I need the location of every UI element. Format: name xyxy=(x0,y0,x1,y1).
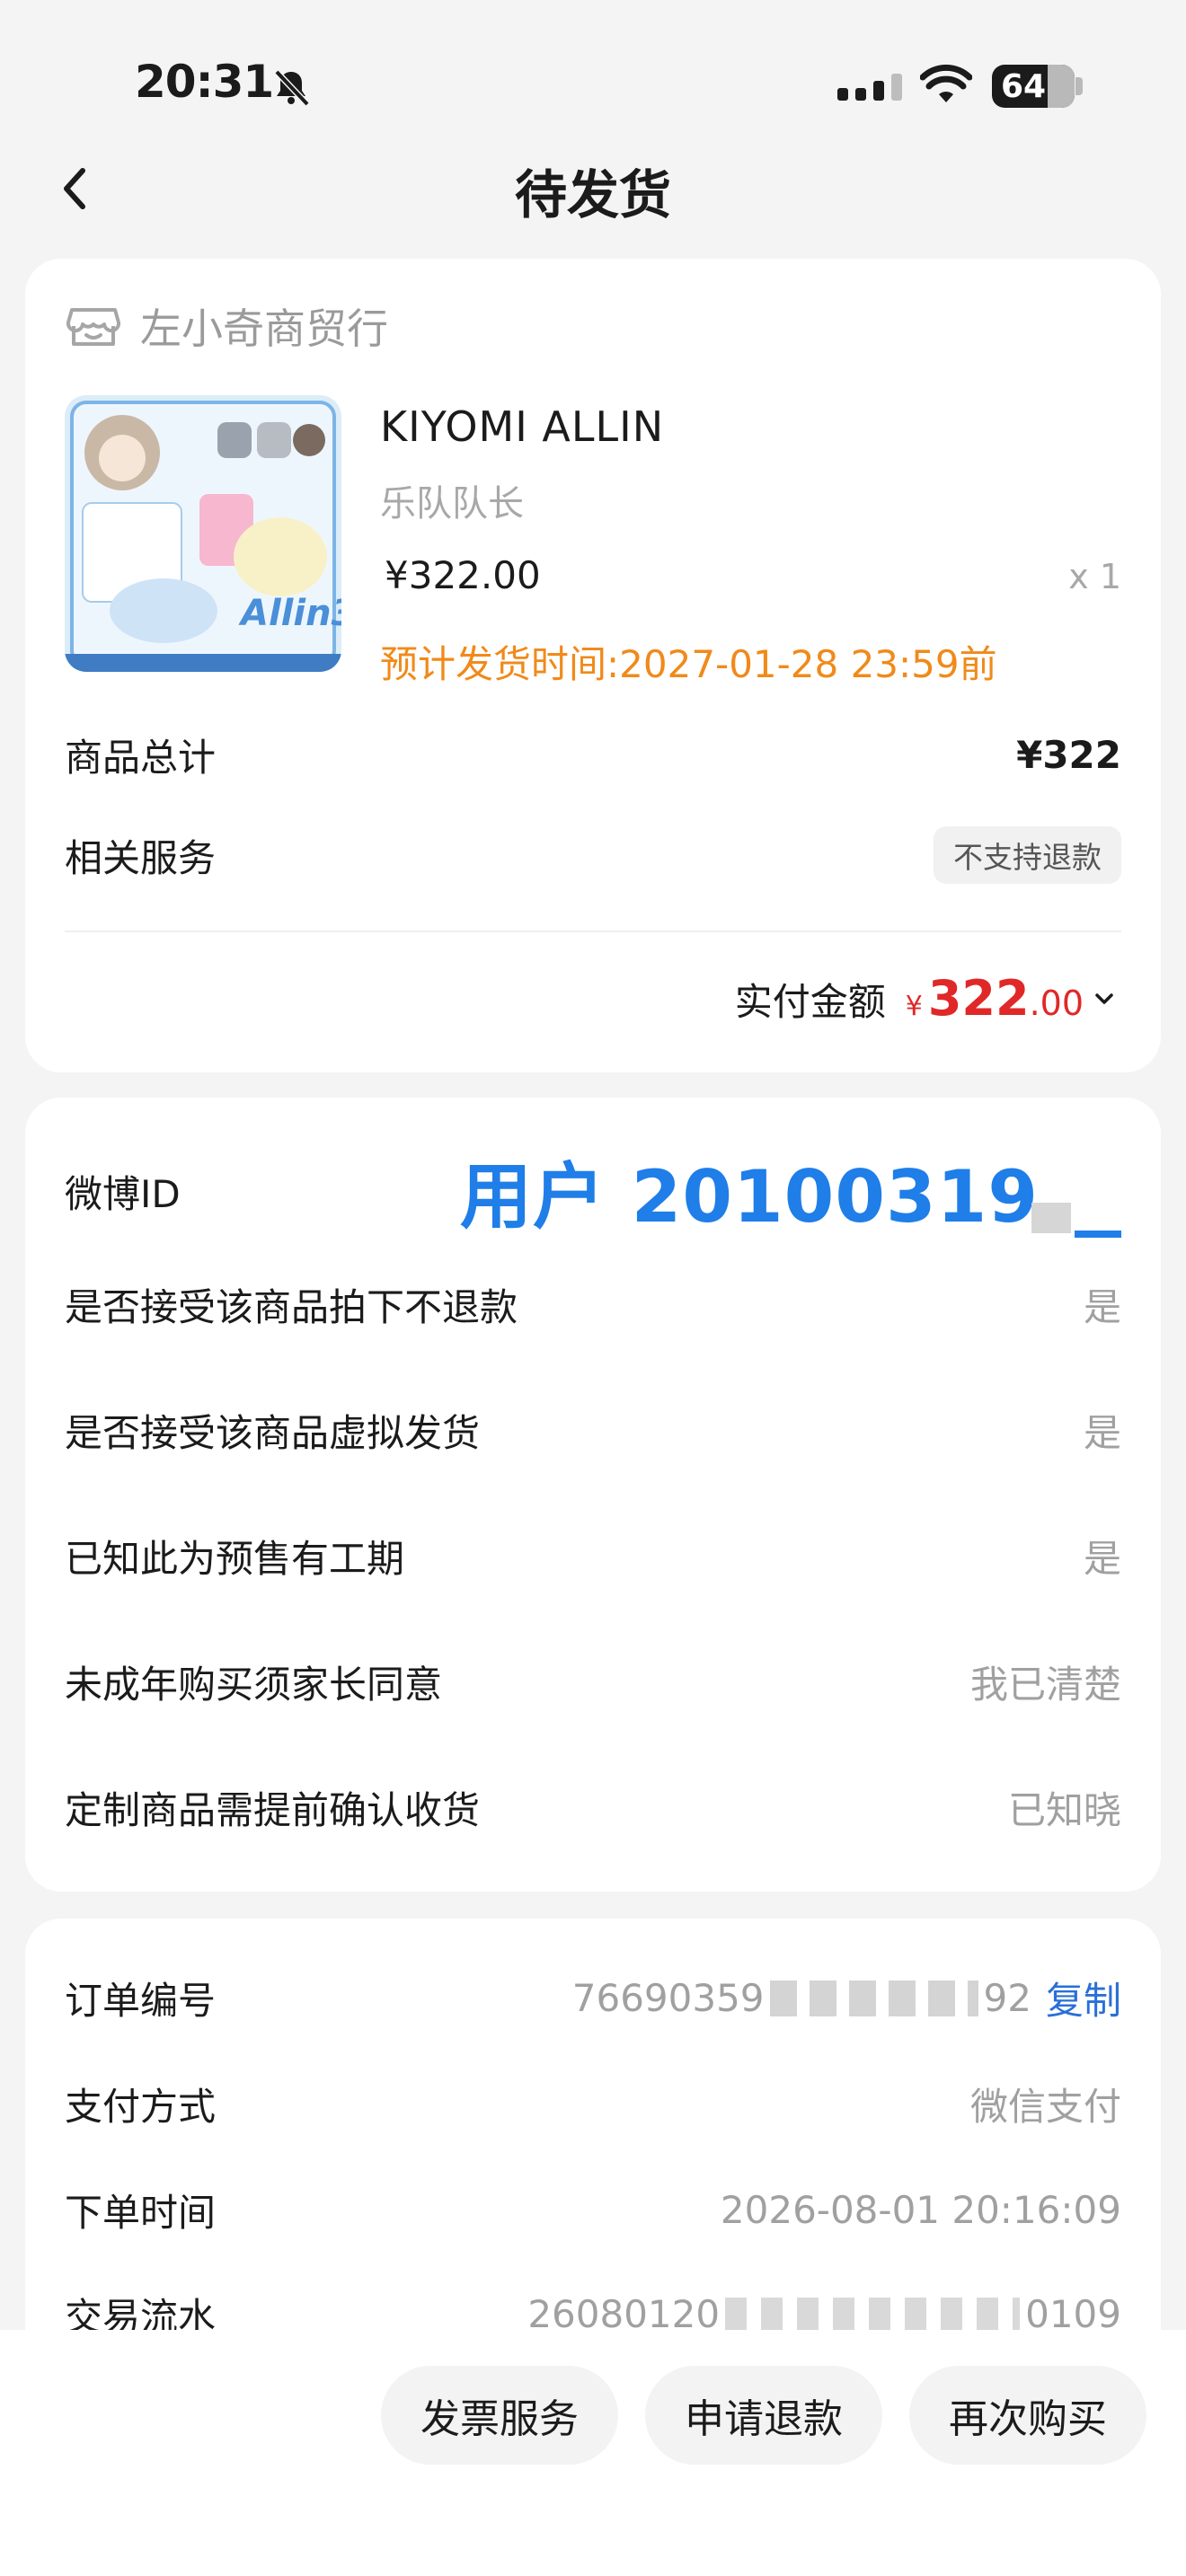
divider xyxy=(65,931,1121,932)
question-answer: 是 xyxy=(1083,1411,1121,1455)
service-label: 相关服务 xyxy=(65,835,217,880)
order-time-value: 2026-08-01 20:16:09 xyxy=(720,2188,1121,2232)
page-title: 待发货 xyxy=(514,164,671,225)
text-cursor xyxy=(1075,1231,1121,1238)
payment-method-label: 支付方式 xyxy=(65,2085,217,2129)
battery-indicator: 64 xyxy=(992,65,1075,108)
weibo-id-label: 微博ID xyxy=(65,1171,181,1216)
question-answer: 我已清楚 xyxy=(969,1663,1121,1707)
goods-total-value: ¥322 xyxy=(1016,733,1121,777)
bottom-action-bar: 发票服务 申请退款 再次购买 xyxy=(0,2330,1186,2576)
status-time: 20:31 xyxy=(135,56,274,108)
invoice-service-button[interactable]: 发票服务 xyxy=(381,2366,618,2465)
product-image[interactable]: Allin322 xyxy=(65,395,341,672)
question-answer: 已知晓 xyxy=(1007,1788,1121,1832)
amount-paid-currency: ¥ xyxy=(905,991,923,1022)
amount-paid-decimal: .00 xyxy=(1029,984,1084,1023)
redaction-mask xyxy=(725,2297,1021,2332)
amount-paid-integer: 322 xyxy=(927,970,1030,1027)
weibo-id-row: 微博ID 用户 20100319 xyxy=(65,1148,1121,1239)
battery-level: 64 xyxy=(1000,68,1047,105)
amount-paid-label: 实付金额 xyxy=(734,980,886,1024)
nav-bar: 待发货 xyxy=(0,135,1186,243)
question-label: 未成年购买须家长同意 xyxy=(65,1663,443,1707)
question-row: 是否接受该商品拍下不退款 是 xyxy=(65,1277,1121,1332)
weibo-id-field: 用户 20100319 xyxy=(460,1139,1121,1243)
order-form-card: 微博ID 用户 20100319 是否接受该商品拍下不退款 是 是否接受该商品虚… xyxy=(25,1098,1161,1892)
order-number-row: 订单编号 76690359 92 复制 xyxy=(65,1971,1121,2025)
shop-name: 左小奇商贸行 xyxy=(140,304,388,353)
chevron-down-icon xyxy=(1095,992,1113,1004)
estimated-ship-time: 预计发货时间:2027-01-28 23:59前 xyxy=(380,642,997,686)
payment-method-row: 支付方式 微信支付 xyxy=(65,2077,1121,2131)
question-row: 定制商品需提前确认收货 已知晓 xyxy=(65,1780,1121,1835)
request-refund-button[interactable]: 申请退款 xyxy=(645,2366,882,2465)
product-price: ¥322.00 xyxy=(385,553,541,597)
shop-link[interactable]: 左小奇商贸行 xyxy=(65,295,388,357)
goods-total-label: 商品总计 xyxy=(65,736,217,780)
order-time-label: 下单时间 xyxy=(65,2191,217,2235)
status-bar: 20:31 64 xyxy=(0,0,1186,135)
service-row: 相关服务 不支持退款 xyxy=(65,826,1121,884)
question-row: 已知此为预售有工期 是 xyxy=(65,1529,1121,1584)
question-label: 是否接受该商品拍下不退款 xyxy=(65,1285,518,1329)
question-label: 定制商品需提前确认收货 xyxy=(65,1788,481,1832)
weibo-id-value: 用户 20100319 xyxy=(459,1155,1039,1239)
payment-method-value: 微信支付 xyxy=(969,2085,1121,2129)
product-title: KIYOMI ALLIN xyxy=(380,402,665,451)
question-row: 是否接受该商品虚拟发货 是 xyxy=(65,1403,1121,1458)
question-label: 是否接受该商品虚拟发货 xyxy=(65,1411,481,1455)
question-row: 未成年购买须家长同意 我已清楚 xyxy=(65,1654,1121,1709)
question-answer: 是 xyxy=(1083,1537,1121,1581)
product-card: 左小奇商贸行 Allin322 KIYOMI ALLIN 乐队队长 ¥322.0… xyxy=(25,259,1161,1072)
bell-muted-icon xyxy=(274,69,310,107)
buy-again-button[interactable]: 再次购买 xyxy=(909,2366,1146,2465)
redaction-mask xyxy=(1031,1202,1071,1233)
no-refund-badge: 不支持退款 xyxy=(934,826,1121,884)
order-number-prefix: 76690359 xyxy=(571,1976,765,2020)
wifi-icon xyxy=(920,64,972,102)
order-time-row: 下单时间 2026-08-01 20:16:09 xyxy=(65,2183,1121,2237)
product-quantity: x 1 xyxy=(1068,557,1121,596)
order-number-suffix: 92 xyxy=(983,1976,1031,2020)
copy-order-number-button[interactable]: 复制 xyxy=(1046,1971,1121,2025)
question-answer: 是 xyxy=(1083,1285,1121,1329)
redaction-mask xyxy=(769,1980,978,2016)
product-variant: 乐队队长 xyxy=(380,483,524,525)
question-label: 已知此为预售有工期 xyxy=(65,1537,405,1581)
order-number-label: 订单编号 xyxy=(65,1979,217,2023)
goods-total-row: 商品总计 ¥322 xyxy=(65,728,1121,782)
store-icon xyxy=(66,308,121,346)
amount-paid-toggle[interactable]: 实付金额 ¥ 322 .00 xyxy=(735,970,1116,1027)
signal-icon xyxy=(837,74,902,101)
order-number: 76690359 92 复制 xyxy=(572,1971,1121,2025)
product-image-caption: Allin322 xyxy=(238,593,341,634)
battery-cap xyxy=(1075,77,1083,95)
